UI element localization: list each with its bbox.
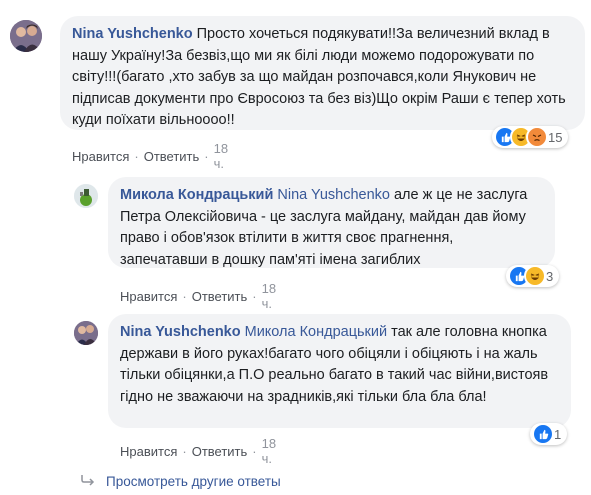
avatar-photo-icon: [10, 20, 42, 52]
reaction-count: 1: [554, 426, 562, 442]
like-link[interactable]: Нравится: [72, 149, 129, 164]
comment-author[interactable]: Nina Yushchenko: [120, 324, 241, 340]
reaction-summary[interactable]: 1: [530, 423, 568, 445]
comment-bubble: Nina Yushchenko Микола Кондрацький так але…: [108, 314, 571, 428]
comment-bubble: Nina Yushchenko Просто хочеться подякуват…: [60, 16, 585, 130]
separator-dot: ·: [204, 148, 209, 164]
angry-reaction-icon: [526, 126, 548, 148]
comment-actions: Нравится · Ответить · 18 ч.: [120, 281, 276, 311]
reply-link[interactable]: Ответить: [192, 444, 248, 459]
comment-timestamp[interactable]: 18 ч.: [262, 281, 276, 311]
avatar[interactable]: [74, 321, 98, 345]
reaction-summary[interactable]: 15: [492, 126, 569, 148]
reaction-count: 3: [546, 268, 554, 284]
reaction-count: 15: [548, 129, 563, 145]
reply-link[interactable]: Ответить: [144, 149, 200, 164]
reaction-summary[interactable]: 3: [506, 265, 560, 287]
comment-actions: Нравится · Ответить · 18 ч.: [120, 436, 276, 466]
separator-dot: ·: [252, 443, 257, 459]
comment-actions: Нравится · Ответить · 18 ч.: [72, 141, 228, 171]
separator-dot: ·: [182, 288, 187, 304]
like-reaction-icon: [532, 423, 554, 445]
reply-arrow-icon: [80, 474, 96, 489]
separator-dot: ·: [134, 148, 139, 164]
like-link[interactable]: Нравится: [120, 289, 177, 304]
avatar-photo-icon: [74, 321, 98, 345]
haha-reaction-icon: [524, 265, 546, 287]
separator-dot: ·: [182, 443, 187, 459]
avatar-photo-icon: [74, 184, 98, 208]
view-more-label: Просмотреть другие ответы: [106, 474, 281, 489]
comment-timestamp[interactable]: 18 ч.: [214, 141, 228, 171]
avatar[interactable]: [74, 184, 98, 208]
separator-dot: ·: [252, 288, 257, 304]
like-link[interactable]: Нравится: [120, 444, 177, 459]
view-more-replies-link[interactable]: Просмотреть другие ответы: [80, 474, 281, 489]
comment-author[interactable]: Микола Кондрацький: [120, 187, 273, 203]
mention-link[interactable]: Nina Yushchenko: [277, 187, 390, 203]
reply-link[interactable]: Ответить: [192, 289, 248, 304]
comment-author[interactable]: Nina Yushchenko: [72, 26, 193, 42]
comment-timestamp[interactable]: 18 ч.: [262, 436, 276, 466]
comment-bubble: Микола Кондрацький Nina Yushchenko але ж ц…: [108, 177, 555, 268]
mention-link[interactable]: Микола Кондрацький: [245, 324, 388, 340]
avatar[interactable]: [10, 20, 42, 52]
